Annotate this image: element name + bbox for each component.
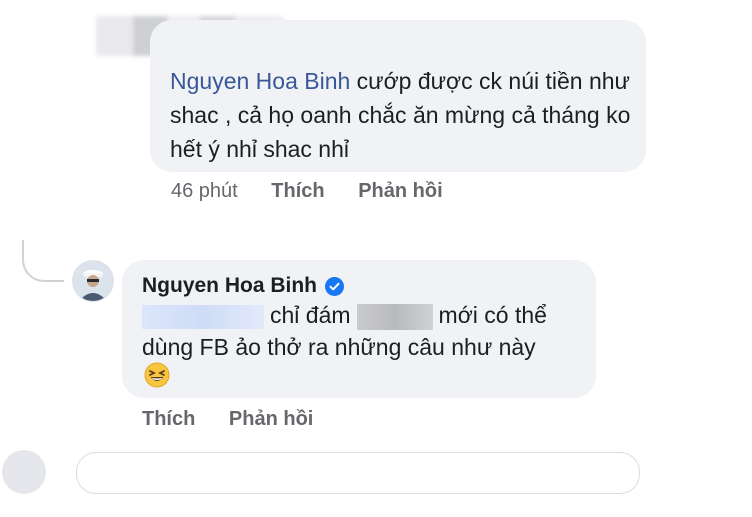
author-name[interactable]: Nguyen Hoa Binh <box>142 274 317 298</box>
composer-avatar <box>2 450 46 494</box>
comment-2-actions: Thích Phản hồi <box>142 408 341 431</box>
avatar[interactable] <box>72 260 114 302</box>
comment-2-line-1: chỉ đám mới có thể <box>142 302 547 330</box>
comment-2-like-button[interactable]: Thích <box>142 408 195 430</box>
comment-2-text-b: mới có thể <box>438 302 547 328</box>
comment-2-line-2: dùng FB ảo thở ra những câu như này <box>142 334 536 360</box>
reply-thread-line <box>22 240 64 282</box>
verified-badge-icon <box>325 276 345 296</box>
comment-1-text: Nguyen Hoa Binh cướp được ck núi tiền nh… <box>170 64 640 166</box>
comment-2-author[interactable]: Nguyen Hoa Binh <box>142 274 345 298</box>
redacted-name-1 <box>142 304 264 329</box>
mention-link[interactable]: Nguyen Hoa Binh <box>170 68 350 94</box>
comment-1-reply-button[interactable]: Phản hồi <box>358 180 442 202</box>
comment-1-time[interactable]: 46 phút <box>171 180 238 202</box>
comment-1-actions: 46 phút Thích Phản hồi <box>171 180 471 203</box>
comment-2-reply-button[interactable]: Phản hồi <box>229 408 313 430</box>
laughing-emoji-icon <box>144 362 170 393</box>
comment-1-like-button[interactable]: Thích <box>271 180 324 202</box>
avatar-image <box>73 261 113 301</box>
comment-input-box[interactable] <box>76 452 640 494</box>
comment-2-text-a: chỉ đám <box>270 302 351 328</box>
comment-bubble-1: Nguyen Hoa Binh cướp được ck núi tiền nh… <box>150 20 646 172</box>
redacted-name-2 <box>356 303 433 330</box>
comment-bubble-2: Nguyen Hoa Binh chỉ đám mới có thể dùng F… <box>122 260 596 398</box>
